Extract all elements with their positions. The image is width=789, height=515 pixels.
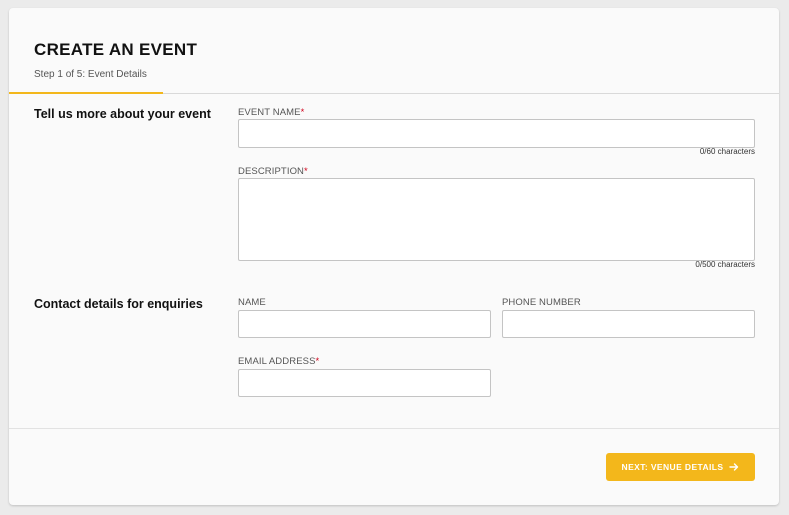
next-venue-details-button[interactable]: NEXT: VENUE DETAILS	[606, 453, 755, 481]
footer-divider	[9, 428, 779, 429]
name-label-text: NAME	[238, 297, 266, 308]
next-button-label: NEXT: VENUE DETAILS	[621, 462, 724, 472]
phone-label: PHONE NUMBER	[502, 297, 581, 308]
email-input[interactable]	[238, 369, 491, 397]
event-name-counter: 0/60 characters	[699, 147, 755, 156]
event-section-heading: Tell us more about your event	[34, 107, 211, 121]
event-name-label: EVENT NAME*	[238, 107, 304, 118]
event-name-label-text: EVENT NAME	[238, 107, 301, 118]
required-mark: *	[300, 107, 305, 118]
create-event-card: CREATE AN EVENT Step 1 of 5: Event Detai…	[9, 8, 779, 505]
name-label: NAME	[238, 297, 266, 308]
required-mark: *	[315, 356, 320, 367]
email-label-text: EMAIL ADDRESS	[238, 356, 316, 367]
description-counter: 0/500 characters	[695, 260, 755, 269]
email-label: EMAIL ADDRESS*	[238, 356, 319, 367]
page-title: CREATE AN EVENT	[34, 40, 198, 59]
phone-input[interactable]	[502, 310, 755, 338]
step-indicator: Step 1 of 5: Event Details	[34, 69, 147, 80]
description-label-text: DESCRIPTION	[238, 166, 305, 177]
progress-fill	[9, 92, 163, 94]
description-label: DESCRIPTION*	[238, 166, 308, 177]
arrow-right-icon	[729, 462, 739, 472]
description-textarea[interactable]	[238, 178, 755, 261]
contact-section-heading: Contact details for enquiries	[34, 297, 203, 311]
phone-label-text: PHONE NUMBER	[502, 297, 581, 308]
name-input[interactable]	[238, 310, 491, 338]
required-mark: *	[304, 166, 308, 177]
event-name-input[interactable]	[238, 119, 755, 148]
